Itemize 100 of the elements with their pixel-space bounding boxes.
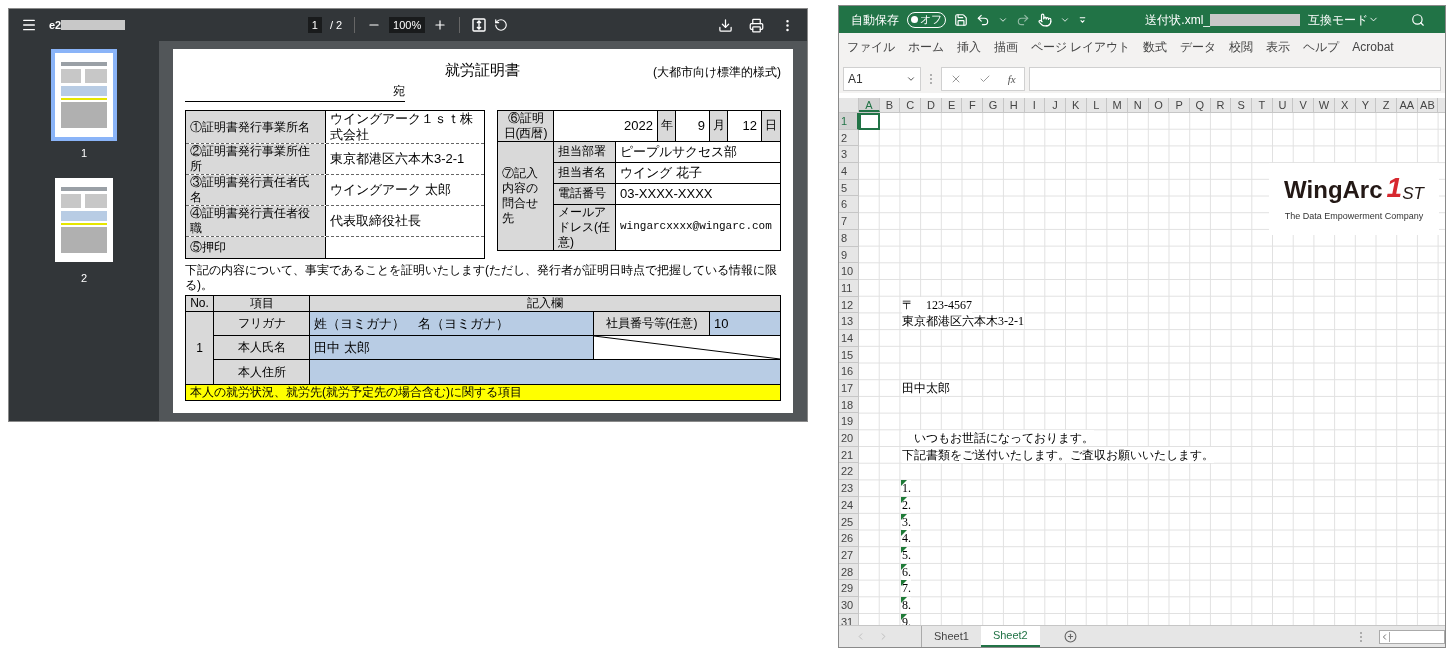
row-header[interactable]: 6 — [839, 196, 859, 214]
column-header[interactable]: Z — [1376, 98, 1397, 112]
column-header[interactable]: D — [921, 98, 942, 112]
ribbon-tab[interactable]: データ — [1180, 38, 1217, 56]
ribbon-tab[interactable]: ホーム — [908, 38, 944, 56]
column-header[interactable]: J — [1045, 98, 1066, 112]
field-value: 東京都港区六本木3-2-1 — [329, 150, 466, 169]
column-header[interactable]: K — [1065, 98, 1087, 112]
row-header[interactable]: 13 — [839, 313, 859, 330]
zoom-field[interactable]: 100% — [389, 16, 426, 34]
row-header[interactable]: 17 — [839, 380, 859, 397]
ribbon-tab[interactable]: 校閲 — [1229, 38, 1254, 56]
page-thumbnail[interactable] — [51, 49, 117, 141]
undo-icon[interactable] — [976, 12, 990, 27]
column-header[interactable]: Y — [1355, 98, 1377, 112]
column-header[interactable]: N — [1127, 98, 1149, 112]
column-header[interactable]: AB — [1417, 98, 1439, 112]
column-header[interactable]: AA — [1396, 98, 1418, 112]
column-header[interactable]: S — [1231, 98, 1253, 112]
ribbon-tab[interactable]: 表示 — [1266, 38, 1291, 56]
sheet-tab[interactable]: Sheet1 — [922, 626, 981, 647]
zoom-in-icon[interactable] — [433, 18, 448, 32]
scroll-left-icon[interactable] — [1380, 631, 1390, 642]
field-label: 本人住所 — [214, 360, 310, 385]
column-header[interactable]: F — [962, 98, 984, 112]
page-input[interactable]: 1 — [307, 16, 322, 34]
unit-label: 月 — [710, 110, 728, 141]
field-value: 03-XXXX-XXXX — [619, 184, 714, 203]
column-header[interactable]: B — [879, 98, 901, 112]
field-value: ピープルサクセス部 — [619, 142, 738, 161]
insert-function-button[interactable]: fx — [1007, 70, 1016, 88]
column-header[interactable]: A — [859, 98, 880, 112]
search-icon[interactable] — [1411, 12, 1425, 27]
column-header[interactable]: W — [1314, 98, 1335, 112]
row-header[interactable]: 19 — [839, 413, 859, 431]
row-header[interactable]: 23 — [839, 480, 859, 497]
ribbon-tab[interactable]: 挿入 — [957, 38, 981, 56]
ribbon-tab[interactable]: 数式 — [1143, 38, 1168, 56]
fit-page-icon[interactable] — [472, 18, 487, 32]
field-label: ⑦記入内容の問合せ先 — [498, 141, 554, 250]
logo-wordmark: WingArc — [1284, 178, 1383, 203]
name-box[interactable]: A1 — [843, 67, 921, 91]
column-header[interactable]: Q — [1190, 98, 1211, 112]
field-value: wingarcxxxx@wingarc.com — [619, 219, 773, 235]
column-header[interactable]: C — [900, 98, 922, 112]
menu-icon[interactable] — [21, 17, 37, 33]
row-header[interactable]: 7 — [839, 213, 859, 230]
row-header[interactable]: 1 — [839, 113, 859, 130]
add-sheet-icon[interactable] — [1063, 630, 1077, 643]
ribbon-tab[interactable]: ヘルプ — [1303, 38, 1340, 56]
column-header[interactable]: V — [1293, 98, 1315, 112]
unit-label: 日 — [762, 110, 780, 141]
column-header[interactable]: T — [1252, 98, 1273, 112]
rotate-icon[interactable] — [494, 18, 509, 32]
download-icon[interactable] — [718, 17, 733, 33]
enter-icon[interactable] — [979, 73, 991, 85]
field-label: ⑤押印 — [186, 237, 326, 259]
file-name: e2 — [49, 17, 62, 33]
row-header[interactable]: 4 — [839, 163, 859, 180]
formula-input[interactable] — [1029, 67, 1441, 91]
column-header[interactable]: L — [1086, 98, 1108, 112]
column-header[interactable]: U — [1272, 98, 1294, 112]
ribbon-tab[interactable]: Acrobat — [1352, 38, 1394, 56]
row-header[interactable]: 10 — [839, 263, 859, 280]
document-subtitle: (大都市向け標準的様式) — [652, 64, 781, 80]
touch-mode-icon[interactable] — [1038, 12, 1052, 27]
row-header[interactable]: 29 — [839, 580, 859, 597]
column-header[interactable]: O — [1148, 98, 1170, 112]
row-number: 1 — [186, 312, 214, 385]
row-header[interactable]: 3 — [839, 146, 859, 164]
field-value: ウイングアーク 太郎 — [329, 181, 452, 200]
column-header[interactable]: E — [941, 98, 963, 112]
column-header[interactable]: G — [983, 98, 1004, 112]
column-header[interactable]: H — [1003, 98, 1025, 112]
ribbon-tab[interactable]: ファイル — [847, 38, 895, 56]
field-label: ②証明書発行事業所住所 — [186, 144, 326, 175]
horizontal-scrollbar[interactable] — [1379, 629, 1445, 644]
column-header[interactable]: M — [1107, 98, 1128, 112]
row-header[interactable]: 26 — [839, 530, 859, 547]
cell-text: 田中太郎 — [902, 380, 950, 396]
ribbon-tab[interactable]: ページ レイアウト — [1031, 38, 1131, 56]
ribbon-tab[interactable]: 描画 — [994, 38, 1018, 56]
logo-suffix: ST — [1402, 185, 1424, 203]
save-icon[interactable] — [954, 12, 968, 27]
document-title: 就労証明書 — [444, 61, 522, 80]
sheet-tab[interactable]: Sheet2 — [980, 626, 1040, 647]
field-value: 姓（ヨミガナ） 名（ヨミガナ） — [310, 312, 594, 336]
field-label: メールアドレス(任意) — [554, 204, 616, 250]
row-header[interactable]: 16 — [839, 363, 859, 380]
field-value: 代表取締役社長 — [329, 212, 422, 231]
column-header[interactable]: R — [1210, 98, 1232, 112]
row-header[interactable]: 20 — [839, 430, 859, 447]
row-header[interactable]: 22 — [839, 463, 859, 481]
column-header[interactable]: X — [1334, 98, 1356, 112]
section-heading: 本人の就労状況、就労先(就労予定先の場合含む)に関する項目 — [185, 385, 781, 402]
customize-toolbar-icon[interactable] — [1078, 15, 1087, 24]
column-header[interactable]: P — [1169, 98, 1190, 112]
print-icon[interactable] — [749, 17, 764, 33]
column-header[interactable]: I — [1024, 98, 1046, 112]
redacted-bar — [61, 20, 126, 30]
